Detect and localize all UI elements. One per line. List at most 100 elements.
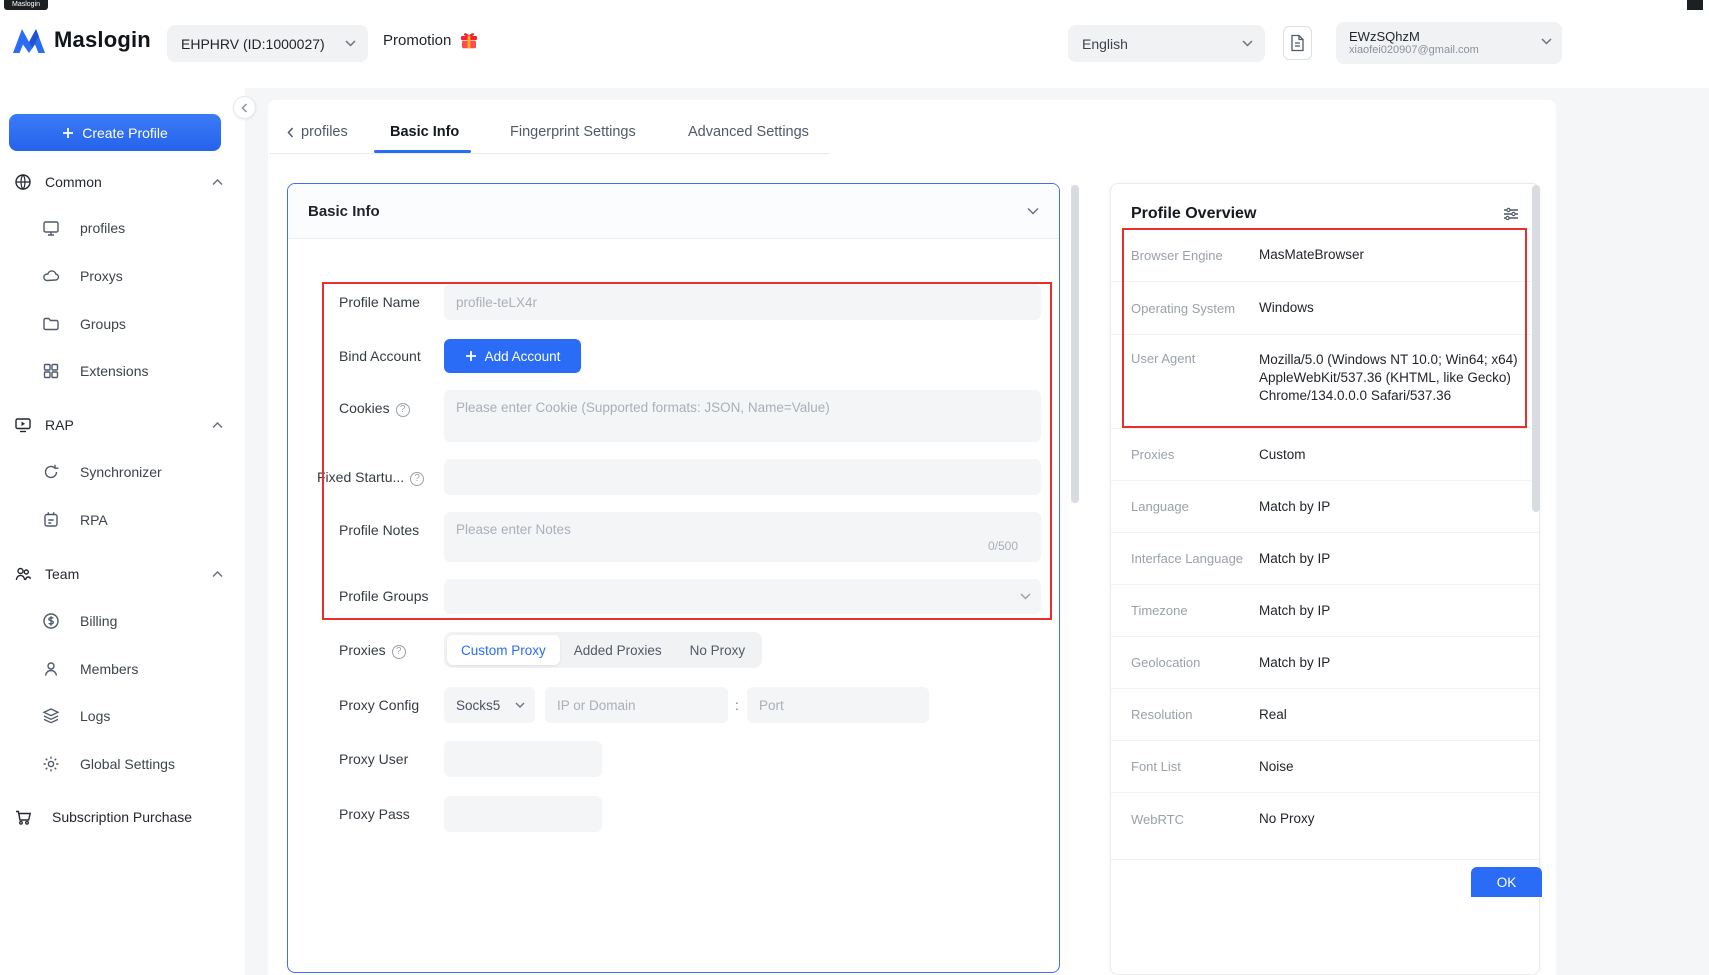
sidebar-collapse-button[interactable] [233, 96, 256, 119]
cart-icon [14, 808, 32, 826]
browser-tab-title: Maslogin [4, 0, 48, 10]
sidebar-item-label: Groups [80, 316, 126, 332]
document-icon [1290, 34, 1305, 52]
proxy-user-input[interactable] [444, 741, 602, 777]
create-profile-button[interactable]: Create Profile [9, 114, 221, 151]
proxy-config-label: Proxy Config [339, 687, 419, 723]
proxy-user-label: Proxy User [339, 741, 408, 777]
overview-row-value: Match by IP [1259, 498, 1519, 516]
brand: Maslogin [12, 26, 151, 54]
sidebar-item-label: Members [80, 661, 138, 677]
proxy-pass-label: Proxy Pass [339, 796, 410, 832]
profile-name-input[interactable] [444, 284, 1041, 320]
back-chevron-icon [287, 127, 294, 138]
sidebar-item-global-settings[interactable]: Global Settings [0, 744, 245, 784]
sidebar-item-label: Extensions [80, 363, 148, 379]
gear-icon [42, 755, 60, 773]
chevron-down-icon [1541, 38, 1552, 45]
language-label: English [1082, 36, 1128, 52]
sidebar-group-rap[interactable]: RAP [0, 405, 245, 445]
user-email: xiaofei020907@gmail.com [1349, 44, 1534, 57]
chevron-down-icon [1020, 593, 1031, 600]
proxy-ip-input[interactable] [545, 687, 728, 723]
sidebar-item-synchronizer[interactable]: Synchronizer [0, 452, 245, 492]
tab-basic-info[interactable]: Basic Info [390, 124, 459, 140]
sidebar-item-label: Proxys [80, 268, 123, 284]
info-icon: ? [410, 472, 424, 486]
profile-name-label: Profile Name [339, 284, 420, 320]
colon-separator: : [735, 687, 739, 723]
proxy-pass-input[interactable] [444, 796, 602, 832]
sync-icon [42, 463, 60, 481]
plus-icon [62, 127, 74, 139]
promotion-gift-icon [460, 32, 478, 49]
sidebar-group-team[interactable]: Team [0, 554, 245, 594]
sidebar-item-label: Synchronizer [80, 464, 162, 480]
filter-icon[interactable] [1503, 207, 1519, 221]
sidebar-item-proxys[interactable]: Proxys [0, 256, 245, 296]
overview-row-interface-language: Interface Language Match by IP [1111, 533, 1539, 585]
overview-scrollbar[interactable] [1532, 185, 1540, 512]
overview-row-label: User Agent [1131, 351, 1259, 366]
profile-groups-select[interactable] [444, 579, 1041, 614]
overview-row-language: Language Match by IP [1111, 481, 1539, 533]
overview-row-browser-engine: Browser Engine MasMateBrowser [1111, 229, 1539, 282]
add-account-label: Add Account [485, 349, 561, 364]
profile-overview-panel: Profile Overview Browser Engine MasMateB… [1110, 183, 1540, 975]
sidebar-item-billing[interactable]: Billing [0, 601, 245, 641]
billing-icon [42, 612, 60, 630]
browser-corner [1687, 0, 1703, 10]
sidebar-item-subscription[interactable]: Subscription Purchase [0, 797, 245, 837]
tab-advanced-settings[interactable]: Advanced Settings [688, 124, 809, 140]
globe-icon [14, 173, 32, 191]
sidebar-item-label: Global Settings [80, 756, 175, 772]
profile-notes-label: Profile Notes [339, 512, 419, 548]
document-button[interactable] [1283, 26, 1312, 60]
form-scrollbar[interactable] [1071, 185, 1079, 503]
overview-row-label: Geolocation [1131, 655, 1259, 670]
tab-fingerprint-settings[interactable]: Fingerprint Settings [510, 124, 636, 140]
overview-row-value: Real [1259, 706, 1519, 724]
add-account-button[interactable]: Add Account [444, 339, 581, 373]
tab-back-profiles[interactable]: profiles [287, 124, 348, 140]
proxy-mode-custom[interactable]: Custom Proxy [447, 635, 560, 665]
overview-row-value: Match by IP [1259, 550, 1519, 568]
fixed-startup-input[interactable] [444, 459, 1041, 495]
sidebar-item-label: Billing [80, 613, 117, 629]
sidebar-item-profiles[interactable]: profiles [0, 208, 245, 248]
browser-strip: Maslogin [0, 0, 1709, 10]
proxy-mode-none[interactable]: No Proxy [676, 635, 760, 665]
language-selector[interactable]: English [1068, 25, 1265, 62]
overview-title: Profile Overview [1131, 205, 1256, 223]
sidebar-group-label: RAP [45, 417, 74, 433]
sidebar-item-groups[interactable]: Groups [0, 304, 245, 344]
cloud-icon [42, 267, 60, 285]
user-account-selector[interactable]: EWzSQhzM xiaofei020907@gmail.com [1336, 22, 1562, 64]
basic-info-panel-header[interactable]: Basic Info [288, 184, 1059, 239]
workspace-label: EHPHRV (ID:1000027) [181, 36, 325, 52]
proxy-port-input[interactable] [747, 687, 929, 723]
overview-row-proxies: Proxies Custom [1111, 429, 1539, 481]
brand-name: Maslogin [54, 27, 151, 53]
workspace-selector[interactable]: EHPHRV (ID:1000027) [167, 25, 368, 62]
sidebar-group-common[interactable]: Common [0, 162, 245, 202]
overview-row-user-agent: User Agent Mozilla/5.0 (Windows NT 10.0;… [1111, 335, 1539, 429]
overview-row-label: Operating System [1131, 301, 1259, 316]
cookies-textarea[interactable] [444, 390, 1041, 442]
fixed-startup-label: Fixed Startu...? [317, 459, 424, 495]
overview-row-label: WebRTC [1131, 812, 1259, 827]
chevron-up-icon [212, 422, 223, 429]
proxy-mode-added[interactable]: Added Proxies [560, 635, 676, 665]
sidebar-item-members[interactable]: Members [0, 649, 245, 689]
proxy-type-select[interactable]: Socks5 [444, 687, 535, 723]
sidebar-item-logs[interactable]: Logs [0, 696, 245, 736]
member-icon [42, 660, 60, 678]
overview-row-value: Match by IP [1259, 602, 1519, 620]
logs-icon [42, 707, 60, 725]
promotion-link[interactable]: Promotion [383, 32, 478, 49]
sidebar-item-extensions[interactable]: Extensions [0, 351, 245, 391]
ok-button[interactable]: OK [1471, 867, 1542, 897]
sidebar-item-rpa[interactable]: RPA [0, 500, 245, 540]
sidebar-item-label: Logs [80, 708, 110, 724]
profile-notes-textarea[interactable] [444, 512, 1041, 562]
